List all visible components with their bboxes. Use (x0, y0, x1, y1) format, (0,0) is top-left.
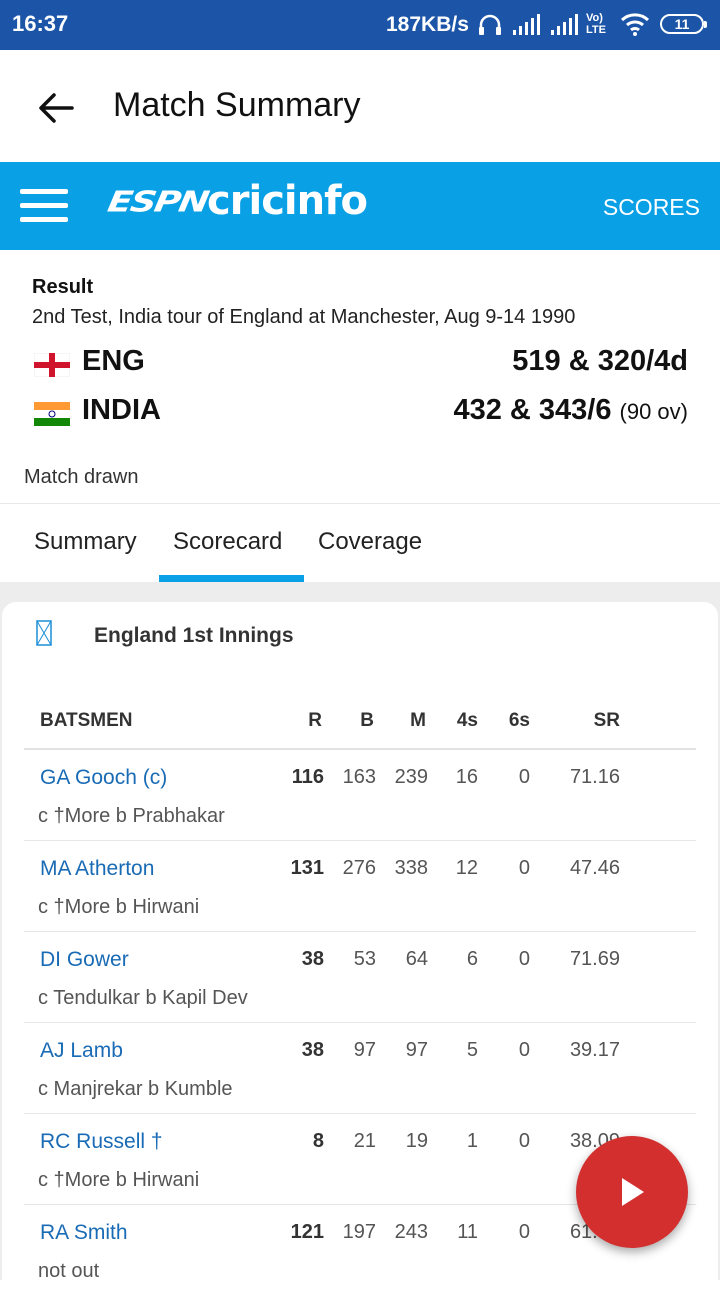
team-score: 519 & 320/4d (512, 345, 688, 377)
header-fours: 4s (456, 710, 478, 731)
team-name: INDIA (82, 394, 161, 426)
batsman-name[interactable]: RA Smith (40, 1221, 128, 1245)
header-sixes: 6s (508, 710, 530, 731)
batsman-name[interactable]: DI Gower (40, 948, 129, 972)
team-name: ENG (82, 345, 145, 377)
volte-icon: Vo) LTE (586, 12, 606, 36)
sixes: 0 (518, 1130, 530, 1152)
minutes: 239 (394, 766, 428, 788)
match-result: Result 2nd Test, India tour of England a… (0, 250, 720, 503)
play-icon (622, 1178, 644, 1206)
table-header: BATSMEN R B M 4s 6s SR (24, 702, 696, 750)
balls: 53 (353, 948, 376, 970)
headset-icon (479, 14, 501, 35)
team-row-eng: ENG 519 & 320/4d (32, 344, 688, 384)
tab-scorecard[interactable]: Scorecard (173, 528, 282, 556)
runs: 131 (290, 857, 324, 879)
minutes: 97 (405, 1039, 428, 1061)
signal-icon-1 (513, 14, 540, 35)
batsman-name[interactable]: AJ Lamb (40, 1039, 123, 1063)
dismissal: c †More b Hirwani (38, 1169, 200, 1191)
balls: 163 (342, 766, 376, 788)
fours: 1 (466, 1130, 478, 1152)
runs: 116 (291, 766, 324, 788)
dismissal: c Manjrekar b Kumble (38, 1078, 233, 1100)
header-strike-rate: SR (593, 710, 620, 731)
batsman-name[interactable]: GA Gooch (c) (40, 766, 167, 790)
match-status: Match drawn (24, 466, 139, 488)
runs: 8 (312, 1130, 324, 1152)
strike-rate: 71.69 (569, 948, 620, 970)
status-time: 16:37 (12, 11, 69, 36)
dismissal: c †More b Prabhakar (38, 805, 225, 827)
active-tab-indicator (159, 575, 304, 582)
header-runs: R (308, 710, 322, 731)
balls: 197 (342, 1221, 376, 1243)
fours: 16 (455, 766, 478, 788)
fours: 12 (455, 857, 478, 879)
battery-icon: 11 (660, 14, 707, 34)
tab-bar: Summary Scorecard Coverage (0, 503, 720, 583)
minutes: 243 (394, 1221, 428, 1243)
match-description: 2nd Test, India tour of England at Manch… (32, 306, 576, 328)
sixes: 0 (518, 948, 530, 970)
fours: 5 (466, 1039, 478, 1061)
england-flag-icon (34, 353, 70, 377)
hamburger-menu-icon[interactable] (20, 189, 68, 223)
network-speed: 187KB/s (386, 13, 469, 36)
table-row: DI Gower c Tendulkar b Kapil Dev 38 53 6… (24, 932, 696, 1023)
sixes: 0 (518, 1221, 530, 1243)
app-bar: Match Summary (0, 50, 720, 162)
team-row-india: INDIA 432 & 343/6 (90 ov) (32, 393, 688, 433)
dismissal: c Tendulkar b Kapil Dev (38, 987, 248, 1009)
sixes: 0 (518, 1039, 530, 1061)
wifi-icon (620, 13, 650, 36)
signal-icon-2 (551, 14, 578, 35)
brand-bar: ESPNcricinfo SCORES (0, 162, 720, 250)
status-bar: 16:37 187KB/s Vo) LTE 11 (0, 0, 720, 50)
sixes: 0 (518, 766, 530, 788)
india-flag-icon (34, 402, 70, 426)
strike-rate: 71.16 (569, 766, 620, 788)
batsman-name[interactable]: MA Atherton (40, 857, 154, 881)
table-row: AJ Lamb c Manjrekar b Kumble 38 97 97 5 … (24, 1023, 696, 1114)
result-label: Result (32, 276, 94, 298)
balls: 276 (342, 857, 376, 879)
back-arrow-icon[interactable] (36, 88, 76, 128)
scores-link[interactable]: SCORES (603, 194, 700, 221)
runs: 38 (301, 948, 324, 970)
header-batsmen: BATSMEN (40, 710, 133, 731)
runs: 38 (301, 1039, 324, 1061)
tab-coverage[interactable]: Coverage (318, 528, 422, 556)
batsman-name[interactable]: RC Russell † (40, 1130, 163, 1154)
minutes: 338 (394, 857, 428, 879)
play-video-button[interactable] (576, 1136, 688, 1248)
strike-rate: 39.17 (569, 1039, 620, 1061)
page-title: Match Summary (113, 86, 361, 124)
fours: 6 (466, 948, 478, 970)
tab-summary[interactable]: Summary (34, 528, 137, 556)
balls: 97 (353, 1039, 376, 1061)
strike-rate: 47.46 (569, 857, 620, 879)
minutes: 19 (405, 1130, 428, 1152)
team-score: 432 & 343/6 (90 ov) (453, 394, 688, 426)
innings-title: England 1st Innings (94, 624, 294, 647)
sixes: 0 (518, 857, 530, 879)
balls: 21 (353, 1130, 376, 1152)
header-balls: B (360, 710, 374, 731)
header-minutes: M (410, 710, 426, 731)
espncricinfo-logo: ESPNcricinfo (105, 178, 368, 224)
minutes: 64 (405, 948, 428, 970)
table-row: GA Gooch (c) c †More b Prabhakar 116 163… (24, 750, 696, 841)
team-icon (36, 620, 52, 646)
table-row: MA Atherton c †More b Hirwani 131 276 33… (24, 841, 696, 932)
dismissal: c †More b Hirwani (38, 896, 200, 918)
runs: 121 (290, 1221, 324, 1243)
team-overs: (90 ov) (619, 399, 688, 424)
fours: 11 (457, 1221, 478, 1243)
